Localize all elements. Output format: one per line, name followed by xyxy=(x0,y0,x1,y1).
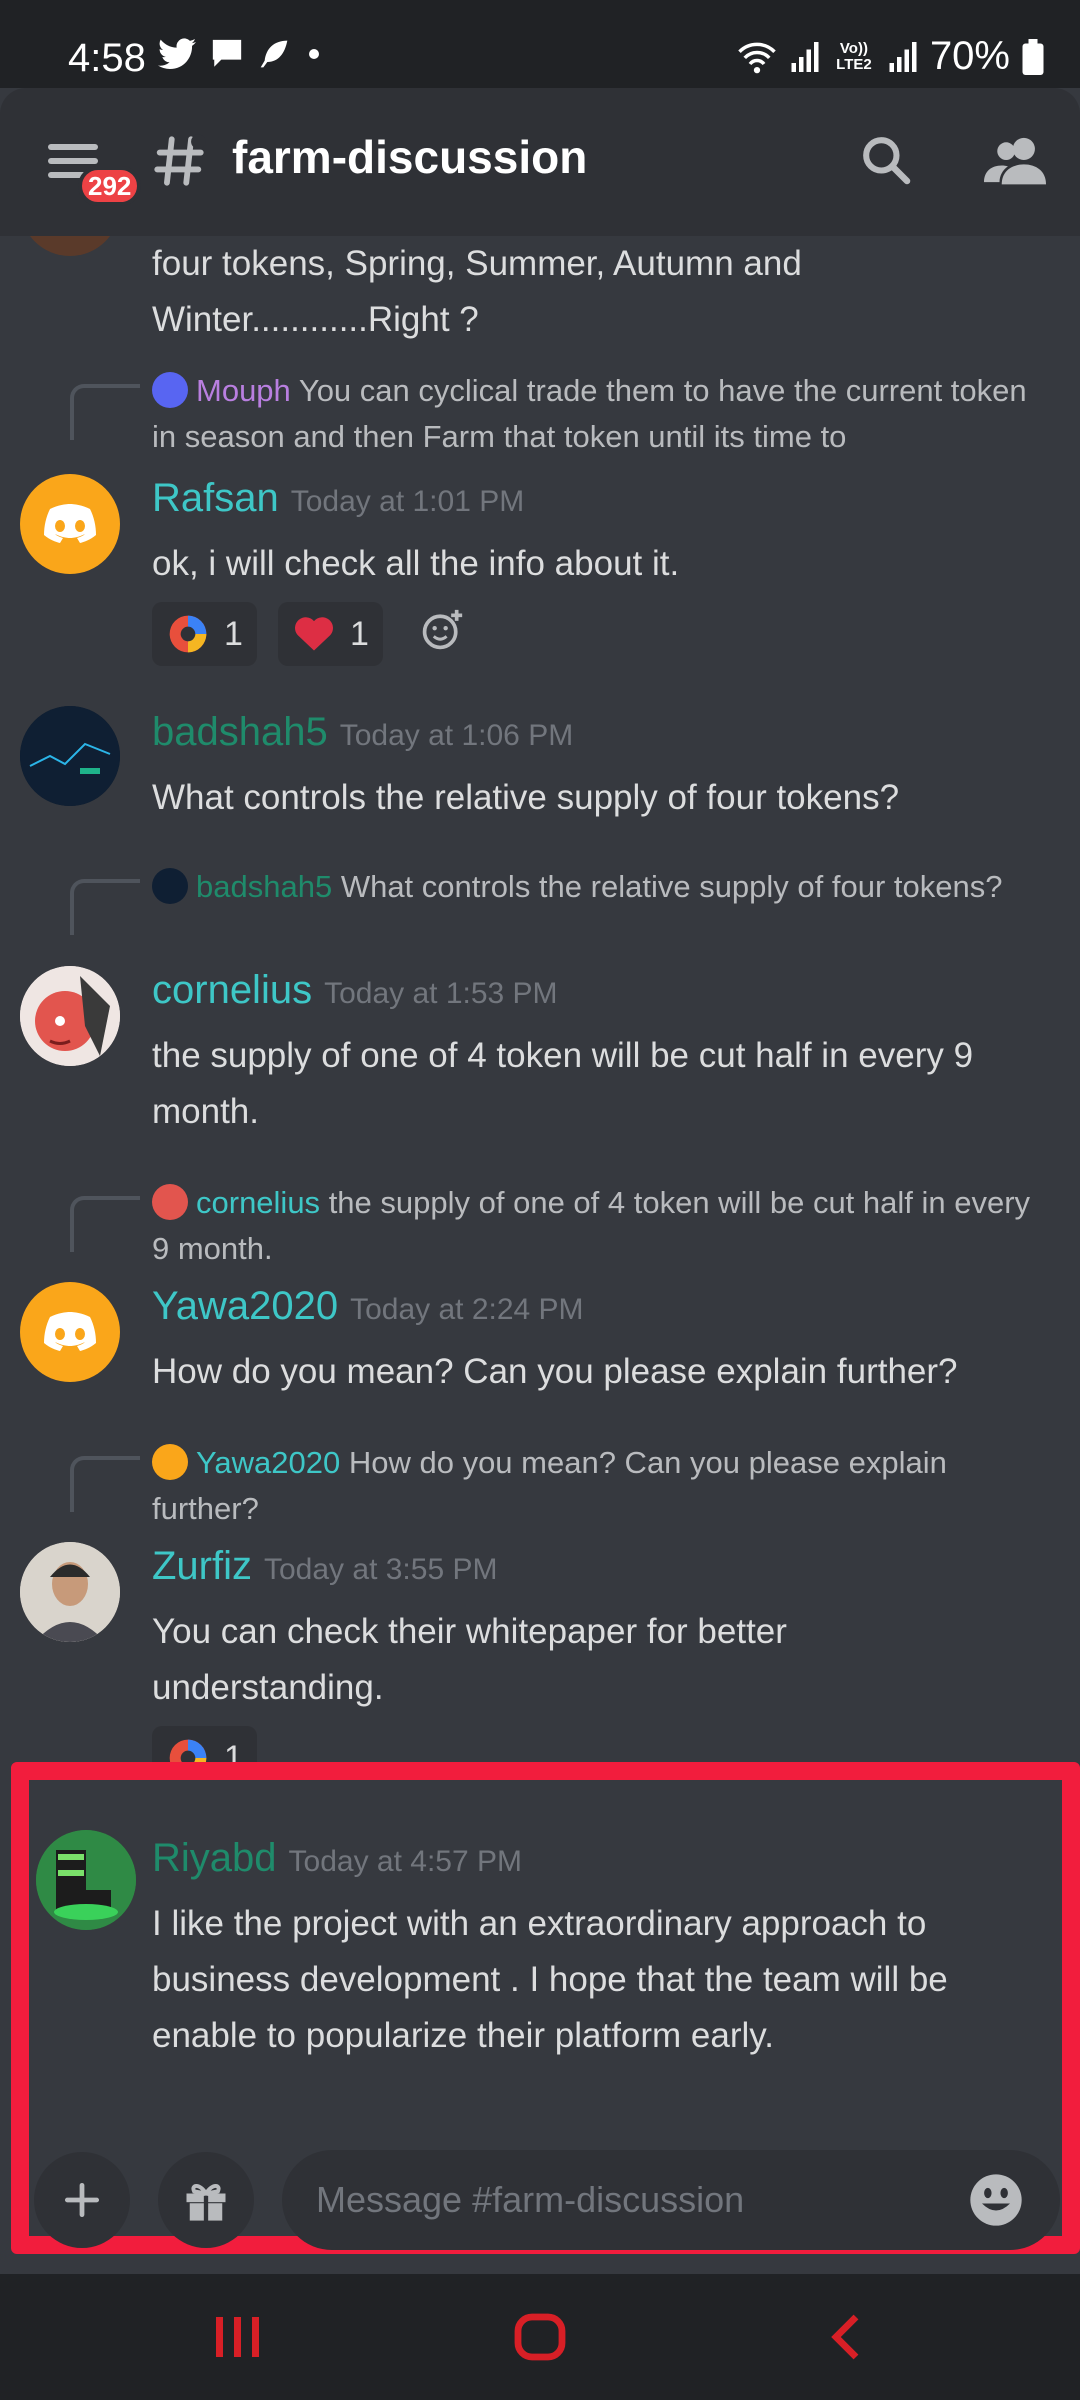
reply-text: What controls the relative supply of fou… xyxy=(340,869,1003,904)
timestamp: Today at 1:06 PM xyxy=(339,719,574,752)
channel-hash-icon xyxy=(154,134,206,186)
timestamp: Today at 1:01 PM xyxy=(290,485,525,518)
battery-percent: 70% xyxy=(929,34,1010,78)
signal-icon-2 xyxy=(889,41,917,72)
timestamp: Today at 4:57 PM xyxy=(288,1845,522,1878)
signal-icon xyxy=(791,41,819,72)
discord-logo-icon xyxy=(44,504,96,543)
avatar-mini xyxy=(152,371,188,408)
username[interactable]: cornelius xyxy=(152,968,312,1013)
reply-author: Yawa2020 xyxy=(196,1445,341,1480)
search-icon[interactable] xyxy=(858,132,914,188)
avatar-mini xyxy=(152,1443,188,1480)
plus-icon xyxy=(64,2182,100,2218)
home-icon[interactable] xyxy=(510,2312,570,2362)
reply-connector xyxy=(70,1456,140,1512)
avatar[interactable] xyxy=(20,1282,120,1382)
message-text: You can check their whitepaper for bette… xyxy=(152,1612,787,1707)
battery-icon xyxy=(1022,38,1044,75)
avatar-mini xyxy=(152,1183,188,1220)
recent-apps-icon[interactable] xyxy=(208,2312,268,2362)
add-reaction-icon[interactable] xyxy=(420,608,464,652)
notification-badge: 292 xyxy=(78,166,142,206)
username[interactable]: Zurfiz xyxy=(152,1544,252,1589)
message-list[interactable]: four tokens, Spring, Summer, Autumn and … xyxy=(0,236,1080,1776)
timestamp: Today at 3:55 PM xyxy=(264,1553,498,1586)
message-text: the supply of one of 4 token will be cut… xyxy=(152,1036,974,1131)
reaction-chip[interactable]: 1 xyxy=(278,602,383,666)
avatar[interactable] xyxy=(20,706,120,806)
message-text: How do you mean? Can you please explain … xyxy=(152,1352,958,1391)
status-notification-icons xyxy=(158,38,324,70)
message-header: Rafsan Today at 1:01 PM xyxy=(152,476,524,521)
avatar-image xyxy=(20,1542,120,1642)
reply-author: badshah5 xyxy=(196,869,333,904)
message-header: cornelius Today at 1:53 PM xyxy=(152,968,558,1013)
message-input[interactable] xyxy=(282,2150,1060,2250)
message-text: four tokens, Spring, Summer, Autumn and … xyxy=(152,244,802,339)
feather-icon xyxy=(260,40,288,68)
status-bar: 4:58 Vo)) LTE2 70% xyxy=(0,0,1080,88)
gift-icon xyxy=(186,2184,226,2222)
discord-logo-icon xyxy=(44,1312,96,1351)
emoji-icon[interactable] xyxy=(968,2172,1024,2228)
reaction-count: 1 xyxy=(224,614,243,653)
avatar[interactable] xyxy=(20,474,120,574)
username[interactable]: Yawa2020 xyxy=(152,1284,338,1329)
reply-connector xyxy=(70,1196,140,1252)
message-header: Yawa2020 Today at 2:24 PM xyxy=(152,1284,584,1329)
chat-bubble-icon xyxy=(212,39,242,67)
dot-icon xyxy=(309,49,319,59)
reply-connector xyxy=(70,384,140,440)
reaction-count: 1 xyxy=(350,614,369,653)
reply-preview[interactable]: badshah5 What controls the relative supp… xyxy=(152,864,1032,910)
timestamp: Today at 2:24 PM xyxy=(350,1293,584,1326)
reaction-chip[interactable]: 1 xyxy=(152,602,257,666)
message-text: ok, i will check all the info about it. xyxy=(152,544,680,583)
avatar-image xyxy=(36,1830,136,1930)
status-system-icons: Vo)) LTE2 70% xyxy=(736,34,1044,79)
message-text: What controls the relative supply of fou… xyxy=(152,778,900,817)
avatar[interactable] xyxy=(20,236,120,256)
channel-header: 292 farm-discussion xyxy=(0,88,1080,236)
avatar-image xyxy=(20,706,120,806)
avatar[interactable] xyxy=(20,1542,120,1642)
username[interactable]: badshah5 xyxy=(152,710,328,755)
reply-author: Mouph xyxy=(196,373,291,408)
wifi-icon xyxy=(738,42,776,73)
timestamp: Today at 1:53 PM xyxy=(324,977,558,1010)
username[interactable]: Riyabd xyxy=(152,1836,277,1881)
reply-preview[interactable]: cornelius the supply of one of 4 token w… xyxy=(152,1180,1032,1272)
twitter-icon xyxy=(158,38,196,70)
system-navigation-bar xyxy=(0,2274,1080,2400)
reply-author: cornelius xyxy=(196,1185,321,1220)
reply-preview[interactable]: Yawa2020 How do you mean? Can you please… xyxy=(152,1440,1032,1532)
heart-icon xyxy=(295,617,333,651)
network-type-label: Vo)) LTE2 xyxy=(836,39,872,73)
reply-preview[interactable]: Mouph You can cyclical trade them to hav… xyxy=(152,368,1032,460)
message-composer xyxy=(0,2132,1080,2264)
message-text: I like the project with an extraordinary… xyxy=(152,1904,948,2055)
avatar[interactable] xyxy=(36,1830,136,1930)
username[interactable]: Rafsan xyxy=(152,476,279,521)
rainbow-token-icon xyxy=(169,615,207,653)
message-header: badshah5 Today at 1:06 PM xyxy=(152,710,573,755)
message-header: Zurfiz Today at 3:55 PM xyxy=(152,1544,497,1589)
status-time: 4:58 xyxy=(68,36,146,80)
avatar-mini xyxy=(152,867,188,904)
message-header: Riyabd Today at 4:57 PM xyxy=(152,1836,522,1881)
channel-title: farm-discussion xyxy=(232,131,588,183)
attach-button[interactable] xyxy=(34,2152,130,2248)
avatar-image xyxy=(20,966,120,1066)
avatar[interactable] xyxy=(20,966,120,1066)
reply-connector xyxy=(70,879,140,935)
members-icon[interactable] xyxy=(984,132,1046,188)
gift-button[interactable] xyxy=(158,2152,254,2248)
back-icon[interactable] xyxy=(816,2312,876,2362)
